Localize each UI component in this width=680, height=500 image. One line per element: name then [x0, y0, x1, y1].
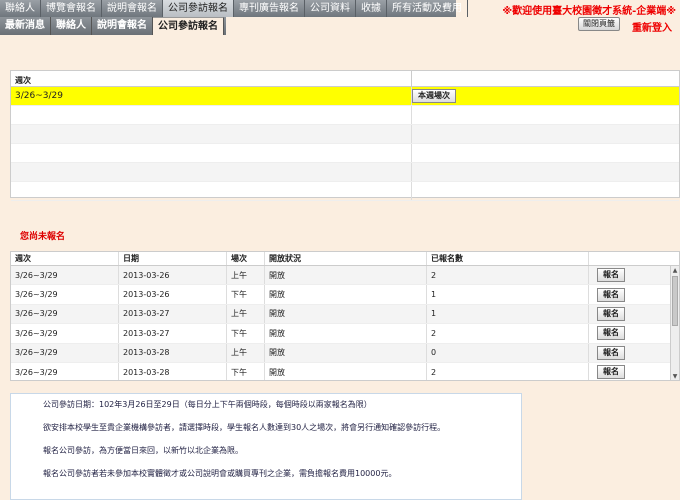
session-slot-cell: 上午 [227, 266, 265, 285]
session-row: 3/26~3/29 2013-03-27 上午 開放 1 報名 [11, 304, 679, 325]
session-week-cell: 3/26~3/29 [11, 362, 119, 380]
session-status-cell: 開放 [265, 362, 427, 380]
register-button[interactable]: 報名 [597, 287, 625, 302]
register-button[interactable]: 報名 [597, 306, 625, 321]
session-slot-cell: 下午 [227, 285, 265, 304]
week-table-header: 週次 [11, 71, 679, 87]
tab-contacts[interactable]: 聯絡人 [51, 17, 92, 35]
register-button[interactable]: 報名 [597, 268, 625, 283]
not-registered-notice: 您尚未報名 [20, 232, 66, 242]
tab-bar: 最新消息 聯絡人 說明會報名 公司參訪報名 [0, 17, 226, 35]
scroll-up-icon[interactable]: ▲ [671, 266, 679, 275]
info-line: 欲安排本校學生至貴企業機構參訪者，請選擇時段，學生報名人數達到30人之場次，將會… [43, 423, 446, 432]
nav-all-activities[interactable]: 所有活動及費用 [387, 0, 468, 17]
nav-company-data[interactable]: 公司資料 [305, 0, 356, 17]
session-row: 3/26~3/29 2013-03-28 下午 開放 2 報名 [11, 362, 679, 380]
session-table-scrollbar[interactable]: ▲ ▼ [670, 266, 679, 380]
week-header-cell: 週次 [11, 71, 412, 86]
info-line: 報名公司參訪，為方便當日來回，以新竹以北企業為限。 [43, 446, 243, 455]
session-count-cell: 0 [427, 343, 589, 362]
tab-news[interactable]: 最新消息 [0, 17, 51, 35]
this-week-sessions-button[interactable]: 本週場次 [412, 89, 456, 103]
session-date-cell: 2013-03-27 [119, 324, 227, 343]
week-table: 週次 3/26~3/29 本週場次 [10, 70, 680, 201]
header-action [589, 252, 679, 265]
primary-nav: 聯絡人 博覽會報名 說明會報名 公司參訪報名 專刊廣告報名 公司資料 收據 所有… [0, 0, 468, 17]
nav-expo-registration[interactable]: 博覽會報名 [41, 0, 102, 17]
session-date-cell: 2013-03-26 [119, 266, 227, 285]
relogin-link[interactable]: 重新登入 [632, 19, 672, 34]
session-row: 3/26~3/29 2013-03-28 上午 開放 0 報名 [11, 343, 679, 363]
info-box: 公司參訪日期：102年3月26日至29日（每日分上下午兩個時段，每個時段以兩家報… [10, 393, 522, 500]
welcome-banner: ※歡迎使用臺大校園徵才系統-企業端※ [502, 6, 676, 17]
tab-company-visit[interactable]: 公司參訪報名 [153, 17, 224, 35]
week-row-empty [11, 106, 679, 125]
session-count-cell: 2 [427, 324, 589, 343]
week-cell: 3/26~3/29 [11, 87, 412, 105]
session-week-cell: 3/26~3/29 [11, 285, 119, 304]
session-date-cell: 2013-03-28 [119, 343, 227, 362]
header-date: 日期 [119, 252, 227, 265]
header-count: 已報名數 [427, 252, 589, 265]
header-status: 開放狀況 [265, 252, 427, 265]
session-slot-cell: 上午 [227, 343, 265, 362]
week-row-empty [11, 125, 679, 144]
session-slot-cell: 下午 [227, 324, 265, 343]
header-week: 週次 [11, 252, 119, 265]
header-slot: 場次 [227, 252, 265, 265]
session-week-cell: 3/26~3/29 [11, 324, 119, 343]
session-row: 3/26~3/29 2013-03-26 下午 開放 1 報名 [11, 285, 679, 305]
tab-briefing[interactable]: 說明會報名 [92, 17, 153, 35]
week-row[interactable]: 3/26~3/29 本週場次 [11, 87, 679, 106]
session-count-cell: 2 [427, 266, 589, 285]
register-button[interactable]: 報名 [597, 326, 625, 341]
session-week-cell: 3/26~3/29 [11, 266, 119, 285]
session-date-cell: 2013-03-28 [119, 362, 227, 380]
nav-briefing-registration[interactable]: 說明會報名 [102, 0, 163, 17]
close-tab-button[interactable]: 關閉頁籤 [578, 17, 620, 31]
session-row: 3/26~3/29 2013-03-26 上午 開放 2 報名 [11, 266, 679, 286]
session-slot-cell: 上午 [227, 304, 265, 324]
session-date-cell: 2013-03-26 [119, 285, 227, 304]
nav-contacts[interactable]: 聯絡人 [0, 0, 41, 17]
week-row-empty [11, 182, 679, 201]
session-status-cell: 開放 [265, 266, 427, 285]
session-status-cell: 開放 [265, 343, 427, 362]
nav-company-visit-registration[interactable]: 公司參訪報名 [163, 0, 234, 17]
session-count-cell: 1 [427, 285, 589, 304]
register-button[interactable]: 報名 [597, 345, 625, 360]
session-date-cell: 2013-03-27 [119, 304, 227, 324]
session-table: 週次 日期 場次 開放狀況 已報名數 3/26~3/29 2013-03-26 上午… [10, 251, 680, 381]
session-status-cell: 開放 [265, 285, 427, 304]
scroll-thumb[interactable] [672, 276, 678, 326]
session-week-cell: 3/26~3/29 [11, 343, 119, 362]
nav-receipt[interactable]: 收據 [356, 0, 387, 17]
scroll-down-icon[interactable]: ▼ [671, 372, 679, 380]
info-line: 報名公司參訪者若未參加本校實體徵才或公司說明會或購買專刊之企業，需負擔報名費用1… [43, 469, 397, 478]
session-week-cell: 3/26~3/29 [11, 304, 119, 324]
session-count-cell: 2 [427, 362, 589, 380]
nav-ad-registration[interactable]: 專刊廣告報名 [234, 0, 305, 17]
session-row: 3/26~3/29 2013-03-27 下午 開放 2 報名 [11, 324, 679, 344]
info-line: 公司參訪日期：102年3月26日至29日（每日分上下午兩個時段，每個時段以兩家報… [43, 400, 372, 409]
session-slot-cell: 下午 [227, 362, 265, 380]
week-row-empty [11, 144, 679, 163]
session-count-cell: 1 [427, 304, 589, 324]
session-table-header: 週次 日期 場次 開放狀況 已報名數 [11, 252, 679, 266]
register-button[interactable]: 報名 [597, 365, 625, 380]
session-status-cell: 開放 [265, 324, 427, 343]
session-status-cell: 開放 [265, 304, 427, 324]
week-row-empty [11, 163, 679, 182]
